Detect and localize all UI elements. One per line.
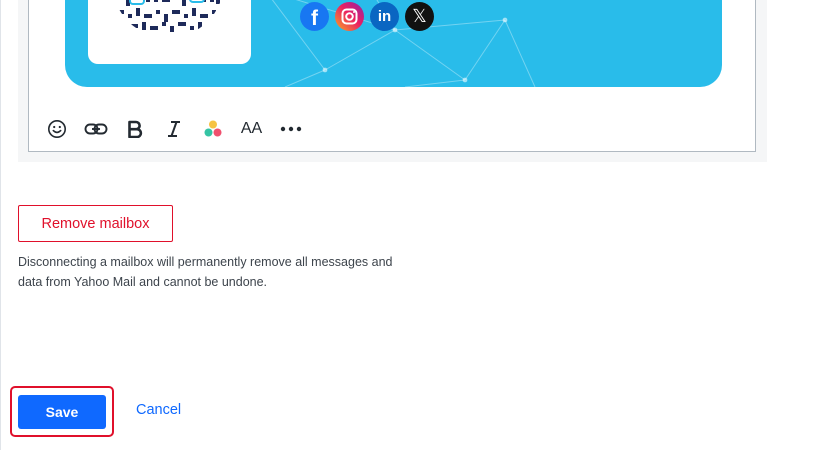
font-size-icon[interactable]: AA [232,117,271,141]
qr-code-card [88,0,251,64]
link-icon[interactable] [76,117,115,141]
warning-line-2: data from Yahoo Mail and cannot be undon… [18,275,268,289]
facebook-icon[interactable]: f [300,2,329,31]
remove-mailbox-button[interactable]: Remove mailbox [18,205,173,242]
warning-line-1: Disconnecting a mailbox will permanently… [18,255,393,269]
italic-icon[interactable] [154,117,193,141]
signature-banner-image: f in 𝕏 [65,0,722,87]
remove-mailbox-warning: Disconnecting a mailbox will permanently… [18,252,418,292]
cancel-button[interactable]: Cancel [136,402,181,418]
page-left-border [0,0,1,450]
emoji-icon[interactable] [37,117,76,141]
color-palette-icon[interactable] [193,117,232,141]
instagram-icon[interactable] [335,2,364,31]
qr-code-icon [112,0,224,38]
more-icon[interactable] [271,117,310,141]
linkedin-icon[interactable]: in [370,2,399,31]
x-icon[interactable]: 𝕏 [405,2,434,31]
formatting-toolbar: AA [37,117,310,141]
bold-icon[interactable] [115,117,154,141]
social-icons-row: f in 𝕏 [300,2,434,31]
save-button[interactable]: Save [18,395,106,429]
instagram-glyph [341,8,358,25]
